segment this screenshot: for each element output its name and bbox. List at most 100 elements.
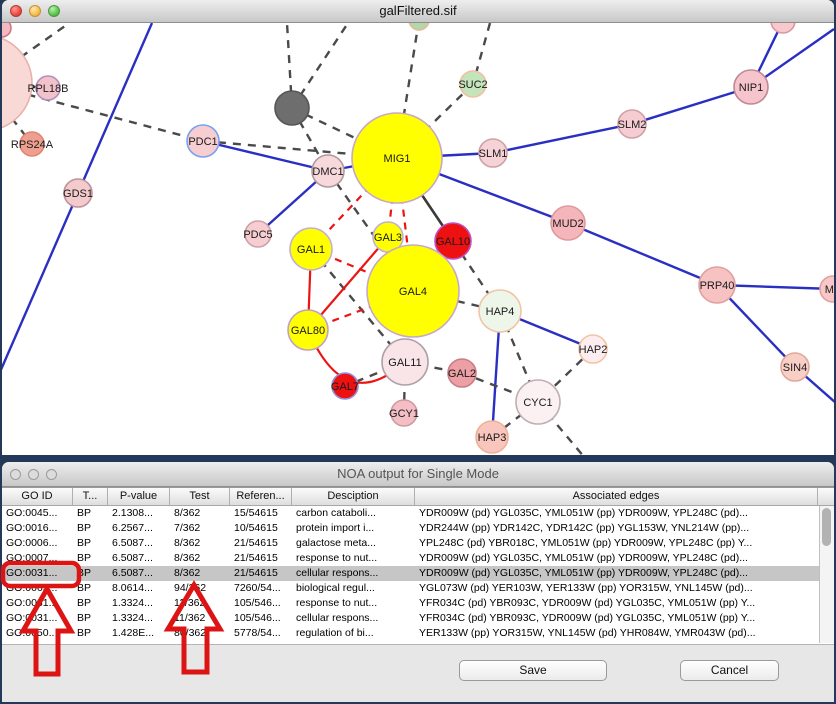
node-slm2[interactable]: SLM2 — [618, 110, 647, 138]
column-header-associated-edges[interactable]: Associated edges — [415, 488, 818, 505]
node-gcy1[interactable]: GCY1 — [389, 400, 419, 426]
node-dmc1[interactable]: DMC1 — [312, 155, 344, 187]
noa-window-titlebar[interactable]: NOA output for Single Mode — [2, 462, 834, 487]
node-rps24a[interactable]: RPS24A — [11, 132, 54, 156]
table-row[interactable]: GO:0050...BP1.428E...80/3625778/54...reg… — [2, 626, 820, 641]
network-window-titlebar[interactable]: galFiltered.sif — [2, 0, 834, 23]
table-scrollbar[interactable] — [819, 506, 834, 643]
table-row[interactable]: GO:0006...BP6.5087...8/36221/54615galact… — [2, 536, 820, 551]
traffic-lights — [10, 0, 60, 22]
node-ms[interactable]: MS — [820, 276, 834, 302]
node-gds1[interactable]: GDS1 — [63, 179, 93, 207]
scrollbar-thumb[interactable] — [822, 508, 831, 546]
column-header-desciption[interactable]: Desciption — [292, 488, 415, 505]
cell-description: regulation of bi... — [292, 626, 415, 641]
node-grayn[interactable] — [275, 91, 309, 125]
cell-associated-edges: YFR034C (pd) YBR093C, YDR009W (pd) YGL03… — [415, 596, 818, 611]
cell-test: 8/362 — [170, 551, 230, 566]
node-label: PRP40 — [700, 280, 735, 292]
column-header-referen-[interactable]: Referen... — [230, 488, 292, 505]
node-hap4[interactable]: HAP4 — [479, 290, 521, 332]
node-gal2[interactable]: GAL2 — [448, 359, 476, 387]
cell-test: 11/362 — [170, 596, 230, 611]
network-canvas[interactable]: RPL18BRPS24AGDS1PDC1DMC1MIG1SUC2SLM1SLM2… — [2, 23, 834, 455]
node-gal80[interactable]: GAL80 — [288, 310, 328, 350]
cell-associated-edges: YDR244W (pp) YDR142C, YDR142C (pp) YGL15… — [415, 521, 818, 536]
cell-description: response to nut... — [292, 551, 415, 566]
cell-test: 7/362 — [170, 521, 230, 536]
node-suc2[interactable]: SUC2 — [458, 71, 487, 97]
cell-description: response to nut... — [292, 596, 415, 611]
cell-go-id: GO:0065... — [2, 581, 73, 596]
node-gal7[interactable]: GAL7 — [331, 373, 359, 399]
node-hap3[interactable]: HAP3 — [476, 421, 508, 453]
node-gal11[interactable]: GAL11 — [382, 339, 428, 385]
cell-type: BP — [73, 596, 108, 611]
close-button[interactable] — [10, 469, 21, 480]
node-gal4[interactable]: GAL4 — [367, 245, 459, 337]
cell-reference: 5778/54... — [230, 626, 292, 641]
cell-reference: 15/54615 — [230, 506, 292, 521]
node-label: MUD2 — [552, 218, 583, 230]
node-label: PDC5 — [243, 229, 272, 241]
table-row[interactable]: GO:0031...BP6.5087...8/36221/54615cellul… — [2, 566, 820, 581]
node-pdc1[interactable]: PDC1 — [187, 125, 219, 157]
node-mig1[interactable]: MIG1 — [352, 113, 442, 203]
table-row[interactable]: GO:0065...BP8.0614...94/3627260/54...bio… — [2, 581, 820, 596]
node-label: GAL10 — [436, 236, 470, 248]
node-sin4[interactable]: SIN4 — [781, 353, 809, 381]
cell-reference: 21/54615 — [230, 566, 292, 581]
cell-go-id: GO:0045... — [2, 506, 73, 521]
close-button[interactable] — [10, 5, 22, 17]
node-mud2[interactable]: MUD2 — [551, 206, 585, 240]
node-nip1[interactable]: NIP1 — [734, 70, 768, 104]
node-gal1[interactable]: GAL1 — [290, 228, 332, 270]
network-edge-pp — [568, 223, 717, 285]
cell-reference: 21/54615 — [230, 551, 292, 566]
minimize-button[interactable] — [29, 5, 41, 17]
table-row[interactable]: GO:0031...BP1.3324...11/362105/546...cel… — [2, 611, 820, 626]
table-row[interactable]: GO:0031...BP1.3324...11/362105/546...res… — [2, 596, 820, 611]
cell-go-id: GO:0031... — [2, 566, 73, 581]
minimize-button[interactable] — [28, 469, 39, 480]
table-row[interactable]: GO:0016...BP6.2567...7/36210/54615protei… — [2, 521, 820, 536]
node-pdc5[interactable]: PDC5 — [243, 221, 272, 247]
cancel-button[interactable]: Cancel — [680, 660, 779, 681]
node-label: NIP1 — [739, 82, 763, 94]
cell-go-id: GO:0050... — [2, 626, 73, 641]
node-prp40[interactable]: PRP40 — [699, 267, 735, 303]
column-header-t-[interactable]: T... — [73, 488, 108, 505]
table-row[interactable]: GO:0045...BP2.1308...8/36215/54615carbon… — [2, 506, 820, 521]
cell-associated-edges: YGL073W (pd) YER103W, YER133W (pp) YOR31… — [415, 581, 818, 596]
node-label: GAL2 — [448, 368, 476, 380]
network-window-title: galFiltered.sif — [379, 0, 456, 22]
cell-test: 94/362 — [170, 581, 230, 596]
node-slm1[interactable]: SLM1 — [479, 139, 508, 167]
node-topright[interactable] — [771, 23, 795, 33]
zoom-button[interactable] — [46, 469, 57, 480]
table-header-row: GO IDT...P-valueTestReferen...Desciption… — [2, 488, 834, 506]
column-header-p-value[interactable]: P-value — [108, 488, 170, 505]
cell-p-value: 6.5087... — [108, 566, 170, 581]
cell-p-value: 1.3324... — [108, 596, 170, 611]
node-corner[interactable] — [2, 23, 11, 37]
save-button[interactable]: Save — [459, 660, 607, 681]
cell-test: 11/362 — [170, 611, 230, 626]
column-header-go-id[interactable]: GO ID — [2, 488, 73, 505]
column-header-test[interactable]: Test — [170, 488, 230, 505]
cell-description: cellular respons... — [292, 611, 415, 626]
table-row[interactable]: GO:0007...BP6.5087...8/36221/54615respon… — [2, 551, 820, 566]
noa-traffic-lights — [10, 462, 57, 486]
cell-associated-edges: YDR009W (pd) YGL035C, YML051W (pp) YDR00… — [415, 551, 818, 566]
noa-window-title: NOA output for Single Mode — [337, 462, 499, 486]
node-label: GCY1 — [389, 408, 419, 420]
zoom-button[interactable] — [48, 5, 60, 17]
node-topgreen[interactable] — [409, 23, 429, 30]
cell-go-id: GO:0006... — [2, 536, 73, 551]
table-body: GO:0045...BP2.1308...8/36215/54615carbon… — [2, 506, 820, 641]
cell-reference: 7260/54... — [230, 581, 292, 596]
node-hap2[interactable]: HAP2 — [579, 335, 608, 363]
cell-associated-edges: YFR034C (pd) YBR093C, YDR009W (pd) YGL03… — [415, 611, 818, 626]
network-edge-pp — [632, 87, 751, 124]
node-cyc1[interactable]: CYC1 — [516, 380, 560, 424]
